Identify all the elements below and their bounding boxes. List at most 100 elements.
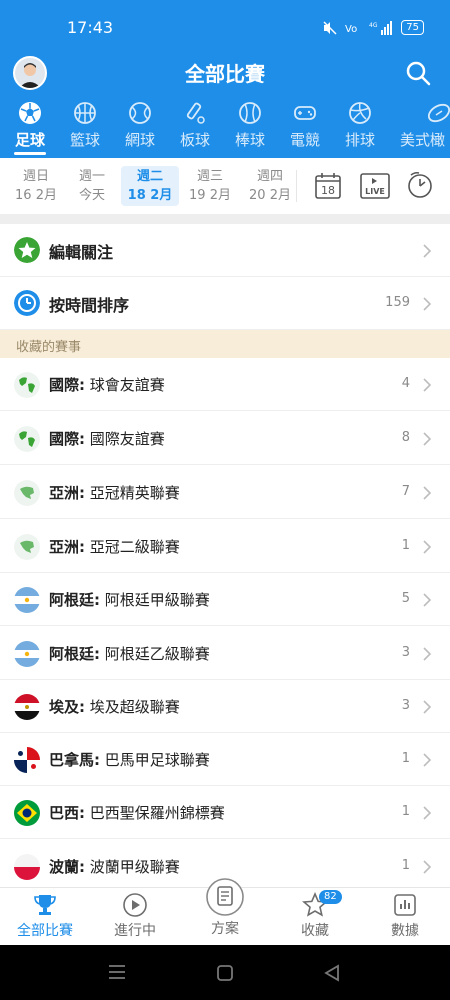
date-value: 19 2月 <box>189 188 231 203</box>
league-name: 埃及: 埃及超级聯賽 <box>49 698 180 716</box>
league-name: 國際: 球會友誼賽 <box>49 376 165 394</box>
menu-icon[interactable] <box>108 964 126 980</box>
battery-indicator: 75 <box>401 20 424 35</box>
date-item-selected[interactable]: 週二 18 2月 <box>121 166 179 206</box>
league-count: 1 <box>401 804 410 819</box>
american-football-icon <box>427 103 450 123</box>
league-row[interactable]: 埃及: 埃及超级聯賽 3 <box>0 680 450 733</box>
date-item[interactable]: 週日 16 2月 <box>7 167 65 205</box>
sort-by-time-row[interactable]: 按時間排序 159 <box>0 277 450 330</box>
date-value: 16 2月 <box>15 188 57 203</box>
active-tab-indicator <box>14 152 46 155</box>
date-item[interactable]: 週一 今天 <box>63 167 121 205</box>
signal-icon: 4G <box>369 20 393 35</box>
tab-label: 棒球 <box>234 131 265 149</box>
league-count: 8 <box>401 430 410 445</box>
chevron-right-icon <box>423 860 432 874</box>
league-row[interactable]: 巴拿馬: 巴馬甲足球聯賽 1 <box>0 733 450 786</box>
match-count: 159 <box>385 295 410 310</box>
tab-label: 籃球 <box>69 131 100 149</box>
league-row[interactable]: 亞洲: 亞冠精英聯賽 7 <box>0 466 450 519</box>
play-circle-icon <box>123 893 147 917</box>
nav-in-progress[interactable]: 進行中 <box>90 892 180 940</box>
nav-data[interactable]: 數據 <box>360 892 450 940</box>
tab-tennis[interactable]: 網球 <box>112 100 168 150</box>
league-name: 阿根廷: 阿根廷甲級聯賽 <box>49 591 210 609</box>
svg-text:4G: 4G <box>369 22 378 29</box>
league-count: 5 <box>401 591 410 606</box>
live-icon[interactable]: LIVE <box>360 172 390 200</box>
favorites-badge: 82 <box>319 890 342 904</box>
globe-icon <box>14 372 40 398</box>
divider <box>296 170 297 202</box>
nav-all-matches[interactable]: 全部比賽 <box>0 892 90 940</box>
league-row[interactable]: 阿根廷: 阿根廷甲級聯賽 5 <box>0 573 450 626</box>
date-item[interactable]: 週三 19 2月 <box>181 167 239 205</box>
date-value: 20 2月 <box>249 188 291 203</box>
date-value: 18 2月 <box>127 188 173 203</box>
league-count: 1 <box>401 858 410 873</box>
nav-label: 全部比賽 <box>17 923 73 939</box>
tab-soccer[interactable]: 足球 <box>2 100 58 150</box>
league-name: 阿根廷: 阿根廷乙級聯賽 <box>49 645 210 663</box>
asia-map-icon <box>14 534 40 560</box>
league-name: 亞洲: 亞冠精英聯賽 <box>49 484 180 502</box>
league-count: 1 <box>401 538 410 553</box>
date-item[interactable]: 週四 20 2月 <box>246 167 294 205</box>
nav-label: 進行中 <box>114 923 156 939</box>
league-count: 4 <box>401 376 410 391</box>
league-row[interactable]: 巴西: 巴西聖保羅州錦標賽 1 <box>0 786 450 839</box>
argentina-flag-icon <box>14 587 40 613</box>
chevron-right-icon <box>423 540 432 554</box>
tab-label: 排球 <box>344 131 375 149</box>
league-row[interactable]: 國際: 球會友誼賽 4 <box>0 358 450 411</box>
tab-label: 網球 <box>124 131 155 149</box>
tab-label: 足球 <box>14 131 45 149</box>
section-title: 收藏的賽事 <box>16 340 82 355</box>
tab-label: 板球 <box>179 131 210 149</box>
league-row[interactable]: 阿根廷: 阿根廷乙級聯賽 3 <box>0 627 450 680</box>
date-weekday: 週二 <box>136 169 163 184</box>
nav-label: 收藏 <box>301 923 329 939</box>
chevron-right-icon <box>423 753 432 767</box>
home-icon[interactable] <box>216 964 234 982</box>
tab-volleyball[interactable]: 排球 <box>332 100 388 150</box>
baseball-icon <box>239 102 261 124</box>
tab-esports[interactable]: 電競 <box>277 100 333 150</box>
timer-icon[interactable] <box>405 170 435 200</box>
league-count: 1 <box>401 751 410 766</box>
chevron-right-icon <box>423 297 432 311</box>
league-count: 3 <box>401 698 410 713</box>
nav-label: 數據 <box>391 923 419 939</box>
cricket-icon <box>186 102 205 124</box>
page-title: 全部比賽 <box>185 62 265 86</box>
poland-flag-icon <box>14 854 40 880</box>
chevron-right-icon <box>423 593 432 607</box>
nav-plans[interactable]: 方案 <box>180 878 270 938</box>
brazil-flag-icon <box>14 800 40 826</box>
tab-baseball[interactable]: 棒球 <box>222 100 278 150</box>
tab-basketball[interactable]: 籃球 <box>57 100 113 150</box>
tennis-icon <box>129 102 151 124</box>
league-name: 亞洲: 亞冠二級聯賽 <box>49 538 180 556</box>
league-name: 波蘭: 波蘭甲级聯賽 <box>49 858 180 876</box>
calendar-day: 18 <box>321 184 335 197</box>
tab-label: 美式橄 <box>400 131 446 149</box>
panama-flag-icon <box>14 747 40 773</box>
bar-chart-icon <box>394 894 416 916</box>
calendar-icon[interactable]: 18 <box>314 172 342 200</box>
volte-icon: Vo <box>345 24 357 35</box>
clock-icon <box>14 290 40 316</box>
tab-american-football[interactable]: 美式橄 <box>392 100 450 150</box>
date-weekday: 週日 <box>22 169 49 184</box>
chevron-right-icon <box>423 378 432 392</box>
nav-favorites[interactable]: 82 收藏 <box>270 890 360 940</box>
back-icon[interactable] <box>324 964 340 982</box>
globe-icon <box>14 426 40 452</box>
league-row[interactable]: 國際: 國際友誼賽 8 <box>0 412 450 465</box>
league-row[interactable]: 亞洲: 亞冠二級聯賽 1 <box>0 520 450 573</box>
search-icon[interactable] <box>404 59 432 87</box>
edit-follow-row[interactable]: 編輯關注 <box>0 224 450 277</box>
status-bar: 17:43 Vo 4G 75 <box>0 0 450 52</box>
tab-cricket[interactable]: 板球 <box>167 100 223 150</box>
